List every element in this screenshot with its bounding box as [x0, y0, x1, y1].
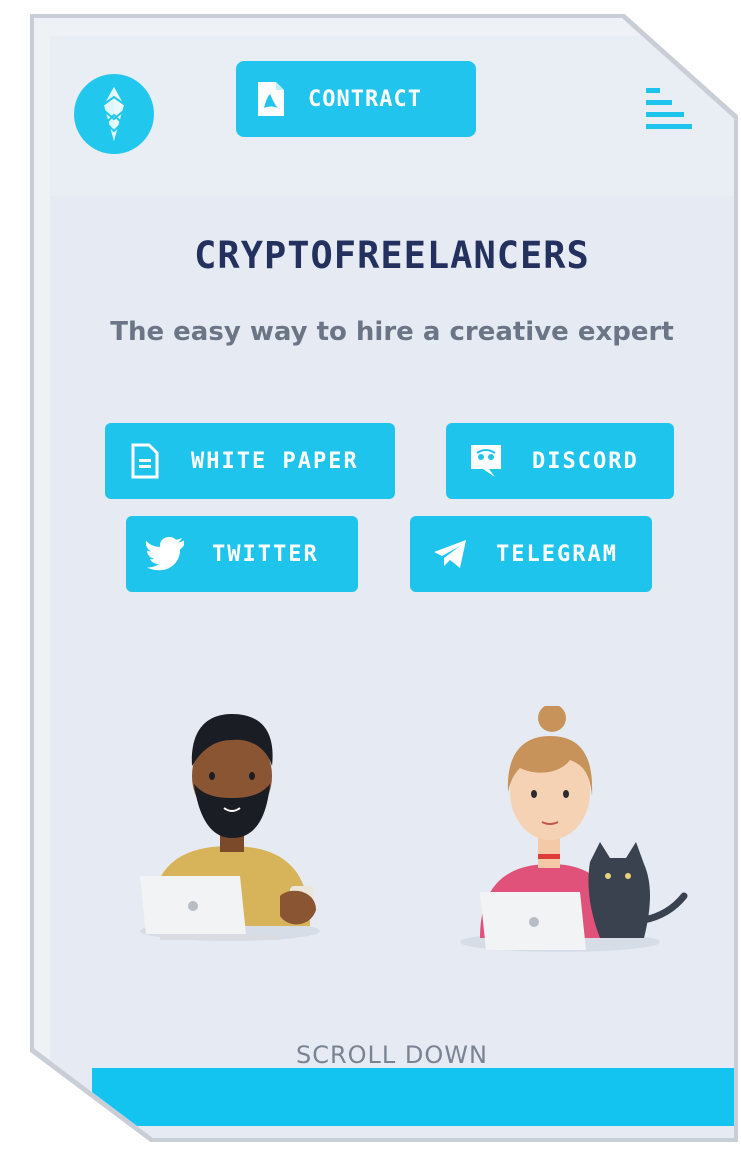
- freelancer-man-illustration: [140, 714, 320, 941]
- telegram-button[interactable]: TELEGRAM: [410, 516, 652, 592]
- contract-label: CONTRACT: [308, 86, 422, 112]
- device-frame: CONTRACT CRYPTOFREELANCERS The easy way …: [34, 18, 734, 1138]
- menu-icon[interactable]: [646, 86, 696, 136]
- page-title: CRYPTOFREELANCERS: [194, 234, 590, 277]
- top-bar: CONTRACT: [50, 36, 734, 196]
- pdf-icon: [258, 82, 284, 116]
- twitter-button[interactable]: TWITTER: [126, 516, 358, 592]
- discord-button[interactable]: DISCORD: [446, 423, 674, 499]
- discord-label: DISCORD: [532, 448, 639, 474]
- logo-icon: [98, 87, 130, 141]
- telegram-icon: [430, 534, 470, 574]
- telegram-label: TELEGRAM: [496, 541, 618, 567]
- page-subtitle: The easy way to hire a creative expert: [110, 317, 674, 347]
- white-paper-button[interactable]: WHITE PAPER: [105, 423, 395, 499]
- twitter-icon: [146, 534, 186, 574]
- document-icon: [125, 441, 165, 481]
- screen: CONTRACT CRYPTOFREELANCERS The easy way …: [50, 36, 734, 1138]
- bottom-bar: [92, 1068, 734, 1126]
- freelancer-woman-illustration: [460, 706, 688, 952]
- contract-button[interactable]: CONTRACT: [236, 61, 476, 137]
- scroll-down-label[interactable]: SCROLL DOWN: [50, 1041, 734, 1069]
- logo[interactable]: [74, 74, 154, 154]
- discord-icon: [466, 441, 506, 481]
- white-paper-label: WHITE PAPER: [191, 448, 359, 474]
- twitter-label: TWITTER: [212, 541, 319, 567]
